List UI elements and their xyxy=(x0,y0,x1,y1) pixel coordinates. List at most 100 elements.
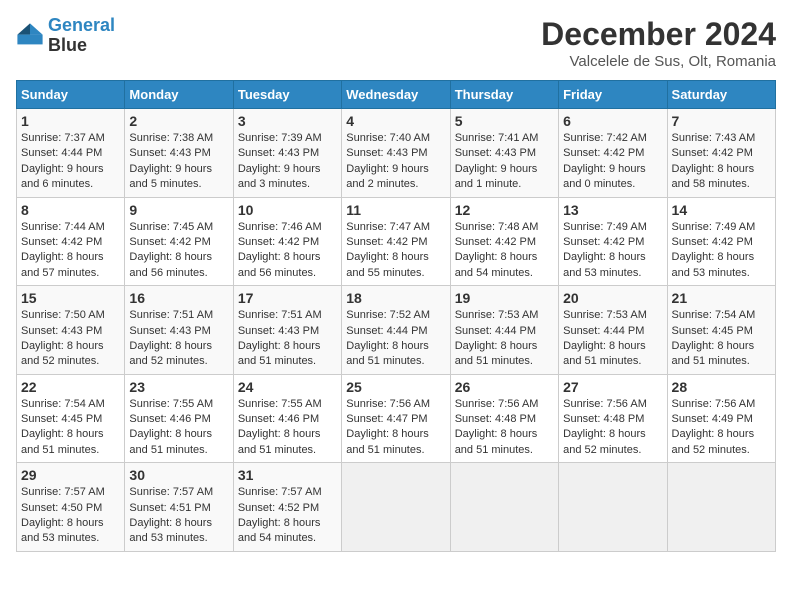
table-row: 9 Sunrise: 7:45 AMSunset: 4:42 PMDayligh… xyxy=(125,197,233,286)
day-info: Sunrise: 7:56 AMSunset: 4:47 PMDaylight:… xyxy=(346,397,445,459)
table-row: 2 Sunrise: 7:38 AMSunset: 4:43 PMDayligh… xyxy=(125,109,233,198)
day-number: 16 xyxy=(129,290,228,306)
day-info: Sunrise: 7:55 AMSunset: 4:46 PMDaylight:… xyxy=(129,397,228,459)
day-number: 28 xyxy=(672,379,771,395)
table-row: 7 Sunrise: 7:43 AMSunset: 4:42 PMDayligh… xyxy=(667,109,775,198)
day-info: Sunrise: 7:53 AMSunset: 4:44 PMDaylight:… xyxy=(563,308,662,370)
table-row: 25 Sunrise: 7:56 AMSunset: 4:47 PMDaylig… xyxy=(342,374,450,463)
table-row: 29 Sunrise: 7:57 AMSunset: 4:50 PMDaylig… xyxy=(17,463,125,552)
table-row: 23 Sunrise: 7:55 AMSunset: 4:46 PMDaylig… xyxy=(125,374,233,463)
day-info: Sunrise: 7:46 AMSunset: 4:42 PMDaylight:… xyxy=(238,220,337,282)
table-row: 4 Sunrise: 7:40 AMSunset: 4:43 PMDayligh… xyxy=(342,109,450,198)
day-info: Sunrise: 7:42 AMSunset: 4:42 PMDaylight:… xyxy=(563,131,662,193)
day-number: 9 xyxy=(129,202,228,218)
day-number: 19 xyxy=(455,290,554,306)
day-info: Sunrise: 7:55 AMSunset: 4:46 PMDaylight:… xyxy=(238,397,337,459)
day-number: 26 xyxy=(455,379,554,395)
day-number: 15 xyxy=(21,290,120,306)
table-row: 27 Sunrise: 7:56 AMSunset: 4:48 PMDaylig… xyxy=(559,374,667,463)
table-row: 5 Sunrise: 7:41 AMSunset: 4:43 PMDayligh… xyxy=(450,109,558,198)
title-block: December 2024 Valcelele de Sus, Olt, Rom… xyxy=(541,16,776,70)
day-info: Sunrise: 7:44 AMSunset: 4:42 PMDaylight:… xyxy=(21,220,120,282)
day-info: Sunrise: 7:51 AMSunset: 4:43 PMDaylight:… xyxy=(129,308,228,370)
table-row xyxy=(559,463,667,552)
day-info: Sunrise: 7:45 AMSunset: 4:42 PMDaylight:… xyxy=(129,220,228,282)
table-row: 24 Sunrise: 7:55 AMSunset: 4:46 PMDaylig… xyxy=(233,374,341,463)
table-row: 13 Sunrise: 7:49 AMSunset: 4:42 PMDaylig… xyxy=(559,197,667,286)
table-row: 18 Sunrise: 7:52 AMSunset: 4:44 PMDaylig… xyxy=(342,286,450,375)
day-number: 4 xyxy=(346,113,445,129)
col-thursday: Thursday xyxy=(450,81,558,109)
day-number: 31 xyxy=(238,467,337,483)
col-friday: Friday xyxy=(559,81,667,109)
table-row xyxy=(667,463,775,552)
day-number: 23 xyxy=(129,379,228,395)
day-number: 21 xyxy=(672,290,771,306)
day-number: 14 xyxy=(672,202,771,218)
day-info: Sunrise: 7:41 AMSunset: 4:43 PMDaylight:… xyxy=(455,131,554,193)
day-number: 22 xyxy=(21,379,120,395)
day-number: 29 xyxy=(21,467,120,483)
page-header: General Blue December 2024 Valcelele de … xyxy=(16,16,776,70)
table-row: 11 Sunrise: 7:47 AMSunset: 4:42 PMDaylig… xyxy=(342,197,450,286)
day-number: 5 xyxy=(455,113,554,129)
table-row: 10 Sunrise: 7:46 AMSunset: 4:42 PMDaylig… xyxy=(233,197,341,286)
calendar-header-row: Sunday Monday Tuesday Wednesday Thursday… xyxy=(17,81,776,109)
day-info: Sunrise: 7:52 AMSunset: 4:44 PMDaylight:… xyxy=(346,308,445,370)
table-row: 26 Sunrise: 7:56 AMSunset: 4:48 PMDaylig… xyxy=(450,374,558,463)
day-info: Sunrise: 7:38 AMSunset: 4:43 PMDaylight:… xyxy=(129,131,228,193)
col-tuesday: Tuesday xyxy=(233,81,341,109)
day-info: Sunrise: 7:51 AMSunset: 4:43 PMDaylight:… xyxy=(238,308,337,370)
table-row: 14 Sunrise: 7:49 AMSunset: 4:42 PMDaylig… xyxy=(667,197,775,286)
day-number: 27 xyxy=(563,379,662,395)
day-info: Sunrise: 7:57 AMSunset: 4:51 PMDaylight:… xyxy=(129,485,228,547)
day-info: Sunrise: 7:54 AMSunset: 4:45 PMDaylight:… xyxy=(672,308,771,370)
day-number: 1 xyxy=(21,113,120,129)
calendar-table: Sunday Monday Tuesday Wednesday Thursday… xyxy=(16,80,776,552)
day-info: Sunrise: 7:53 AMSunset: 4:44 PMDaylight:… xyxy=(455,308,554,370)
table-row: 8 Sunrise: 7:44 AMSunset: 4:42 PMDayligh… xyxy=(17,197,125,286)
table-row: 17 Sunrise: 7:51 AMSunset: 4:43 PMDaylig… xyxy=(233,286,341,375)
table-row xyxy=(342,463,450,552)
col-saturday: Saturday xyxy=(667,81,775,109)
logo-text: General Blue xyxy=(48,16,115,56)
day-info: Sunrise: 7:49 AMSunset: 4:42 PMDaylight:… xyxy=(563,220,662,282)
day-info: Sunrise: 7:56 AMSunset: 4:48 PMDaylight:… xyxy=(455,397,554,459)
day-number: 13 xyxy=(563,202,662,218)
col-sunday: Sunday xyxy=(17,81,125,109)
col-wednesday: Wednesday xyxy=(342,81,450,109)
table-row: 21 Sunrise: 7:54 AMSunset: 4:45 PMDaylig… xyxy=(667,286,775,375)
calendar-week-row: 22 Sunrise: 7:54 AMSunset: 4:45 PMDaylig… xyxy=(17,374,776,463)
table-row: 19 Sunrise: 7:53 AMSunset: 4:44 PMDaylig… xyxy=(450,286,558,375)
table-row: 30 Sunrise: 7:57 AMSunset: 4:51 PMDaylig… xyxy=(125,463,233,552)
day-number: 17 xyxy=(238,290,337,306)
table-row xyxy=(450,463,558,552)
day-number: 10 xyxy=(238,202,337,218)
table-row: 20 Sunrise: 7:53 AMSunset: 4:44 PMDaylig… xyxy=(559,286,667,375)
day-number: 2 xyxy=(129,113,228,129)
table-row: 1 Sunrise: 7:37 AMSunset: 4:44 PMDayligh… xyxy=(17,109,125,198)
day-number: 18 xyxy=(346,290,445,306)
table-row: 6 Sunrise: 7:42 AMSunset: 4:42 PMDayligh… xyxy=(559,109,667,198)
day-info: Sunrise: 7:57 AMSunset: 4:52 PMDaylight:… xyxy=(238,485,337,547)
table-row: 15 Sunrise: 7:50 AMSunset: 4:43 PMDaylig… xyxy=(17,286,125,375)
logo-icon xyxy=(16,22,44,50)
day-number: 8 xyxy=(21,202,120,218)
day-number: 25 xyxy=(346,379,445,395)
page-subtitle: Valcelele de Sus, Olt, Romania xyxy=(541,53,776,70)
table-row: 22 Sunrise: 7:54 AMSunset: 4:45 PMDaylig… xyxy=(17,374,125,463)
calendar-week-row: 29 Sunrise: 7:57 AMSunset: 4:50 PMDaylig… xyxy=(17,463,776,552)
day-info: Sunrise: 7:56 AMSunset: 4:49 PMDaylight:… xyxy=(672,397,771,459)
page-title: December 2024 xyxy=(541,16,776,53)
day-info: Sunrise: 7:54 AMSunset: 4:45 PMDaylight:… xyxy=(21,397,120,459)
day-info: Sunrise: 7:40 AMSunset: 4:43 PMDaylight:… xyxy=(346,131,445,193)
day-info: Sunrise: 7:39 AMSunset: 4:43 PMDaylight:… xyxy=(238,131,337,193)
day-info: Sunrise: 7:56 AMSunset: 4:48 PMDaylight:… xyxy=(563,397,662,459)
col-monday: Monday xyxy=(125,81,233,109)
day-info: Sunrise: 7:47 AMSunset: 4:42 PMDaylight:… xyxy=(346,220,445,282)
day-number: 24 xyxy=(238,379,337,395)
table-row: 28 Sunrise: 7:56 AMSunset: 4:49 PMDaylig… xyxy=(667,374,775,463)
table-row: 3 Sunrise: 7:39 AMSunset: 4:43 PMDayligh… xyxy=(233,109,341,198)
day-number: 30 xyxy=(129,467,228,483)
day-info: Sunrise: 7:50 AMSunset: 4:43 PMDaylight:… xyxy=(21,308,120,370)
